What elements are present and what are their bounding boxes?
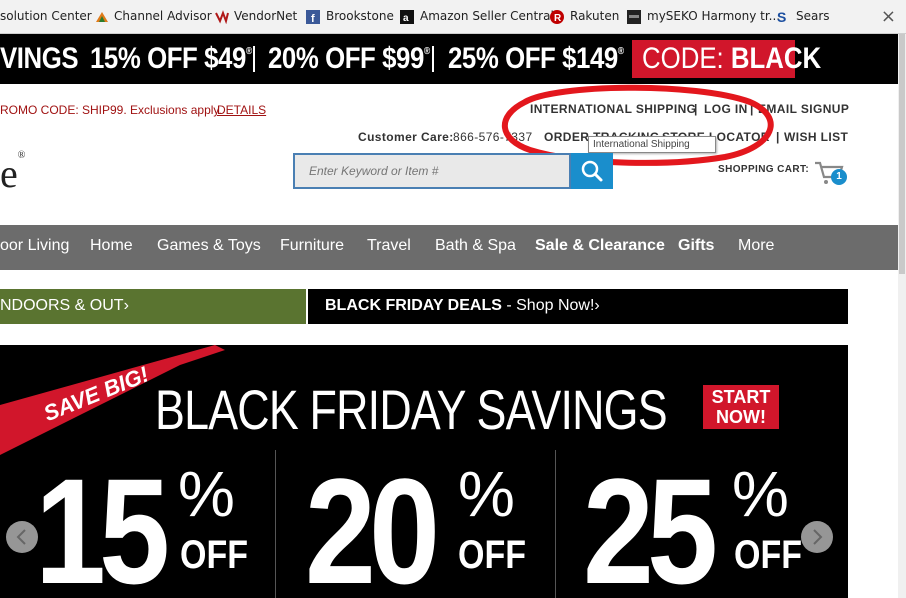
offer-3-off: OFF <box>734 533 802 577</box>
bookmarks-bar: solution Center Channel Advisor VendorNe… <box>0 0 906 34</box>
start-now-badge[interactable]: START NOW! <box>703 385 779 429</box>
nav-item-outdoor-living[interactable]: oor Living <box>0 237 69 255</box>
black-friday-deals-banner[interactable]: BLACK FRIDAY DEALS - Shop Now!› <box>308 289 848 324</box>
divider <box>253 46 255 72</box>
shipping-promo-text: ROMO CODE: SHIP99. Exclusions apply. <box>0 103 222 117</box>
logo[interactable]: e® <box>0 150 25 197</box>
bookmark-myseko[interactable]: mySEKO Harmony tr... <box>647 9 780 23</box>
offer-1-percent: % <box>178 458 235 530</box>
customer-care-label: Customer Care: <box>358 130 454 144</box>
vendornet-icon <box>215 10 229 24</box>
facebook-icon: f <box>306 10 320 24</box>
channel-advisor-icon <box>96 12 108 22</box>
bookmark-solution-center[interactable]: solution Center <box>0 9 92 23</box>
offer-1-number: 15 <box>35 447 170 598</box>
indoors-outdoors-label: NDOORS & OUT <box>0 297 124 314</box>
bookmark-rakuten[interactable]: Rakuten <box>570 9 619 23</box>
svg-text:R: R <box>554 13 562 24</box>
close-icon[interactable]: × <box>881 6 896 27</box>
offer-1-off: OFF <box>180 533 248 577</box>
offer-3-percent: % <box>732 458 789 530</box>
offer-2-off: OFF <box>458 533 526 577</box>
main-nav: oor Living Home Games & Toys Furniture T… <box>0 225 906 270</box>
scrollbar-thumb[interactable] <box>899 34 905 274</box>
nav-item-gifts[interactable]: Gifts <box>678 237 714 255</box>
bookmark-brookstone[interactable]: Brookstone <box>326 9 394 23</box>
sears-icon: S <box>777 10 786 24</box>
svg-text:f: f <box>311 13 315 24</box>
hero-banner[interactable]: SAVE BIG! BLACK FRIDAY SAVINGS START NOW… <box>0 345 848 598</box>
divider <box>275 450 276 598</box>
search-button[interactable] <box>571 153 613 189</box>
shop-now-label: - Shop Now! <box>501 297 595 314</box>
promo-offer-3: 25% OFF $149® <box>448 42 624 75</box>
chevron-left-icon <box>16 529 26 545</box>
nav-item-furniture[interactable]: Furniture <box>280 237 344 255</box>
hero-headline: BLACK FRIDAY SAVINGS <box>155 378 668 441</box>
nav-item-home[interactable]: Home <box>90 237 133 255</box>
bookmark-amazon-seller-central[interactable]: Amazon Seller Central <box>420 9 554 23</box>
divider <box>432 46 434 72</box>
bookmark-vendornet[interactable]: VendorNet <box>234 9 297 23</box>
rakuten-icon: R <box>550 10 564 24</box>
chevron-right-icon <box>813 529 823 545</box>
details-link[interactable]: DETAILS <box>217 103 266 117</box>
offer-3-number: 25 <box>583 447 718 598</box>
divider <box>555 450 556 598</box>
nav-item-games-toys[interactable]: Games & Toys <box>157 237 261 255</box>
nav-item-more[interactable]: More <box>738 237 774 255</box>
shopping-cart-label: SHOPPING CART: <box>718 164 810 175</box>
search-icon <box>581 160 603 182</box>
nav-item-travel[interactable]: Travel <box>367 237 411 255</box>
promo-offer-1: 15% OFF $49® <box>90 42 252 75</box>
svg-text:S: S <box>777 10 786 24</box>
search-bar <box>293 153 613 189</box>
svg-text:a: a <box>403 13 409 24</box>
search-input[interactable] <box>293 153 571 189</box>
promo-offer-2: 20% OFF $99® <box>268 42 430 75</box>
promo-code: CODE: BLACK <box>642 42 822 75</box>
chevron-right-icon: › <box>594 297 600 314</box>
indoors-outdoors-banner[interactable]: NDOORS & OUT› <box>0 289 306 324</box>
nav-item-sale-clearance[interactable]: Sale & Clearance <box>535 237 665 255</box>
bookmark-channel-advisor[interactable]: Channel Advisor <box>114 9 212 23</box>
offer-2-percent: % <box>458 458 515 530</box>
chevron-right-icon: › <box>123 297 129 314</box>
amazon-icon: a <box>400 10 414 24</box>
offer-2-number: 20 <box>305 447 440 598</box>
myseko-icon <box>627 10 641 24</box>
carousel-next-button[interactable] <box>801 521 833 553</box>
nav-item-bath-spa[interactable]: Bath & Spa <box>435 237 516 255</box>
black-friday-deals-label: BLACK FRIDAY DEALS <box>325 297 502 314</box>
carousel-prev-button[interactable] <box>6 521 38 553</box>
promo-savings-text: VINGS <box>0 42 79 75</box>
bookmark-sears[interactable]: Sears <box>796 9 830 23</box>
cart-count-badge: 1 <box>831 169 847 185</box>
